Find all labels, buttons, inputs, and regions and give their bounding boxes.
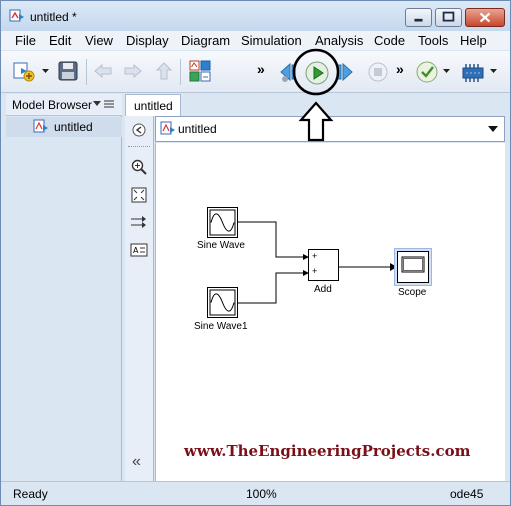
save-button[interactable] xyxy=(57,60,79,82)
fit-to-view-icon[interactable] xyxy=(131,187,147,203)
model-address-bar[interactable]: untitled xyxy=(155,116,505,142)
model-icon xyxy=(33,119,48,133)
step-back-button[interactable] xyxy=(277,61,299,83)
annotation-icon[interactable]: A xyxy=(130,243,148,257)
watermark-text: www.TheEngineeringProjects.com xyxy=(184,442,471,460)
menu-simulation[interactable]: Simulation xyxy=(241,33,302,48)
add-input-plus: + xyxy=(312,266,318,276)
palette-separator xyxy=(128,146,150,147)
scope-block[interactable] xyxy=(397,251,429,283)
sine-wave1-block[interactable] xyxy=(207,287,238,318)
close-icon xyxy=(479,12,491,23)
collapse-palette-button[interactable]: « xyxy=(132,453,141,471)
new-dropdown-icon[interactable] xyxy=(41,66,50,76)
advisor-dropdown-icon[interactable] xyxy=(442,66,451,76)
step-forward-button[interactable] xyxy=(334,61,356,83)
minimize-icon xyxy=(414,18,423,22)
back-arrow-icon[interactable] xyxy=(93,62,113,80)
hide-browser-icon[interactable] xyxy=(132,123,146,137)
add-block[interactable]: + + xyxy=(308,249,339,281)
address-model-name: untitled xyxy=(178,122,217,136)
toolbar-separator xyxy=(86,59,87,85)
add-input-plus: + xyxy=(312,251,318,261)
tab-label: untitled xyxy=(134,99,173,113)
menu-edit[interactable]: Edit xyxy=(49,33,71,48)
maximize-icon xyxy=(442,11,455,22)
title-bar: untitled * xyxy=(1,1,510,31)
minimize-button[interactable] xyxy=(405,8,432,27)
window-title: untitled * xyxy=(30,10,77,24)
menu-diagram[interactable]: Diagram xyxy=(181,33,230,48)
svg-text:A: A xyxy=(133,246,139,255)
menu-help[interactable]: Help xyxy=(460,33,487,48)
status-state: Ready xyxy=(13,487,48,501)
up-arrow-icon[interactable] xyxy=(155,61,173,81)
sine-wave1-label: Sine Wave1 xyxy=(194,321,248,332)
browser-menu-icon[interactable] xyxy=(103,99,115,109)
forward-arrow-icon[interactable] xyxy=(123,62,143,80)
toolbar-overflow[interactable]: » xyxy=(257,61,265,77)
new-model-button[interactable] xyxy=(12,60,36,82)
signal-routing-icon[interactable] xyxy=(130,215,148,229)
simulink-window: untitled * File Edit View Display Diagra… xyxy=(0,0,511,506)
menu-view[interactable]: View xyxy=(85,33,113,48)
build-dropdown-icon[interactable] xyxy=(489,66,498,76)
address-dropdown-icon[interactable] xyxy=(488,125,498,133)
menu-tools[interactable]: Tools xyxy=(418,33,448,48)
status-bar: Ready 100% ode45 xyxy=(1,481,510,505)
menu-file[interactable]: File xyxy=(15,33,36,48)
tree-item-untitled[interactable]: untitled xyxy=(6,117,122,137)
maximize-button[interactable] xyxy=(435,8,462,27)
tab-untitled[interactable]: untitled xyxy=(125,94,181,116)
sine-wave-block[interactable] xyxy=(207,207,238,238)
menu-code[interactable]: Code xyxy=(374,33,405,48)
run-button[interactable] xyxy=(304,60,330,86)
toolbar-overflow[interactable]: » xyxy=(396,61,404,77)
stop-button[interactable] xyxy=(367,61,389,83)
library-browser-button[interactable] xyxy=(188,59,212,83)
close-button[interactable] xyxy=(465,8,505,27)
menu-bar: File Edit View Display Diagram Simulatio… xyxy=(1,31,510,50)
zoom-in-icon[interactable] xyxy=(131,159,147,175)
menu-analysis[interactable]: Analysis xyxy=(315,33,363,48)
status-zoom: 100% xyxy=(246,487,277,501)
simulink-logo-icon xyxy=(9,9,24,22)
status-solver[interactable]: ode45 xyxy=(450,487,483,501)
browser-dropdown-icon[interactable] xyxy=(93,101,101,107)
model-browser-header: Model Browser xyxy=(6,94,122,116)
model-browser-tree: untitled xyxy=(6,116,122,481)
scope-label: Scope xyxy=(398,287,427,298)
add-label: Add xyxy=(314,284,332,295)
model-browser-title: Model Browser xyxy=(12,98,93,112)
diagram-palette: A « xyxy=(125,116,154,481)
toolbar: » » xyxy=(1,51,510,93)
sine-wave-label: Sine Wave xyxy=(197,240,245,251)
model-icon xyxy=(160,121,175,135)
tree-item-label: untitled xyxy=(54,120,93,134)
build-model-button[interactable] xyxy=(460,60,486,84)
toolbar-separator xyxy=(180,59,181,85)
model-advisor-button[interactable] xyxy=(415,60,439,84)
menu-display[interactable]: Display xyxy=(126,33,169,48)
